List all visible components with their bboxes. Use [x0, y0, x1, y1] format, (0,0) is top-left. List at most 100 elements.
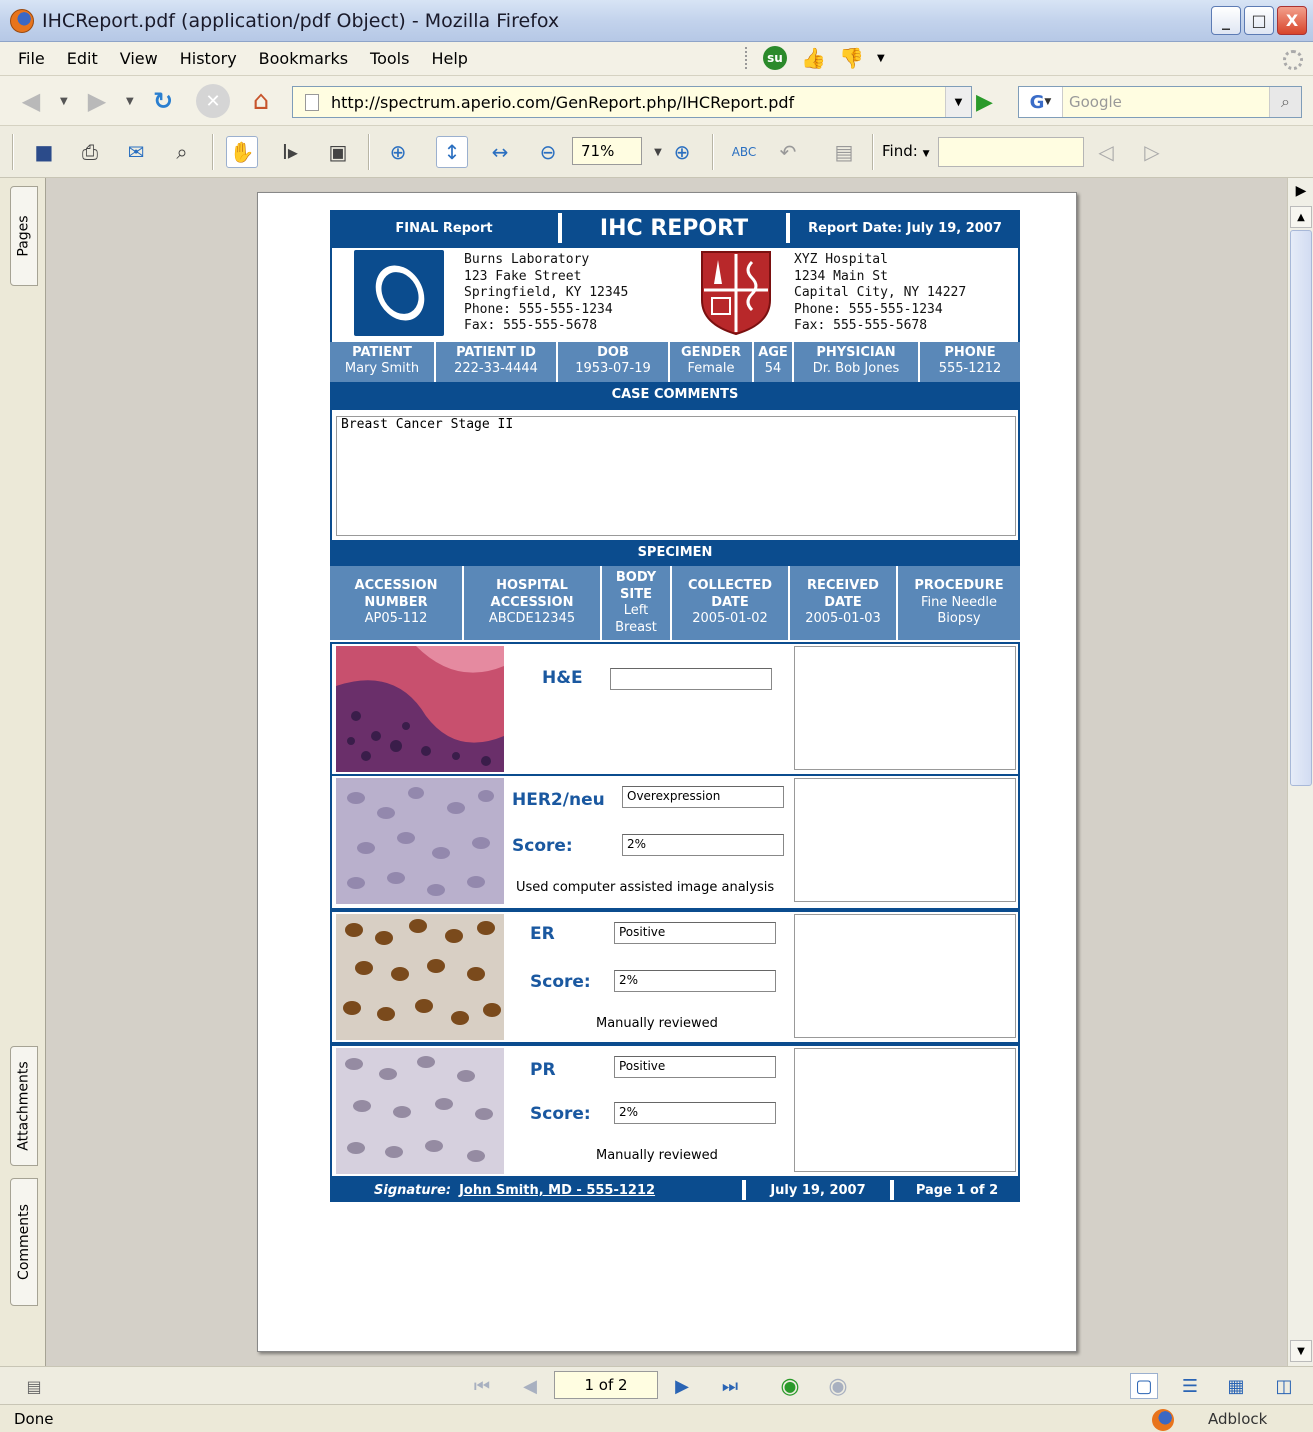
- go-button[interactable]: ▶: [976, 90, 993, 115]
- find-next-icon[interactable]: ▷: [1136, 136, 1168, 168]
- minimize-button[interactable]: _: [1211, 6, 1241, 35]
- stain-er-score: 2%: [614, 970, 776, 992]
- search-binoculars-icon[interactable]: ⌕: [166, 136, 198, 168]
- signature-label: Signature:: [374, 1182, 452, 1198]
- scrollbar-thumb[interactable]: [1290, 230, 1312, 786]
- forward-dropdown-icon[interactable]: ▼: [126, 96, 134, 107]
- maximize-button[interactable]: □: [1244, 6, 1274, 35]
- tab-attachments[interactable]: Attachments: [10, 1046, 38, 1166]
- stain-he-result: [610, 668, 772, 690]
- first-page-icon[interactable]: ⏮: [468, 1373, 496, 1399]
- find-previous-icon[interactable]: ◁: [1090, 136, 1122, 168]
- next-page-icon[interactable]: ▶: [668, 1373, 696, 1399]
- save-icon[interactable]: ■: [28, 136, 60, 168]
- thumbs-down-icon[interactable]: 👎: [839, 46, 864, 70]
- search-engine-icon[interactable]: G ▼: [1019, 87, 1063, 117]
- zoom-tool-icon[interactable]: ⊕: [382, 136, 414, 168]
- signature-link[interactable]: John Smith, MD - 555-1212: [459, 1183, 655, 1198]
- status-bar: Done Adblock: [0, 1404, 1313, 1432]
- next-view-icon[interactable]: ◉: [824, 1373, 852, 1399]
- previous-page-icon[interactable]: ◀: [516, 1373, 544, 1399]
- search-box[interactable]: G ▼ Google ⌕: [1018, 86, 1302, 118]
- search-icon[interactable]: ⌕: [1269, 87, 1301, 117]
- dob-cell: DOB 1953-07-19: [558, 342, 670, 382]
- scroll-up-icon[interactable]: ▲: [1290, 206, 1312, 228]
- menu-bookmarks[interactable]: Bookmarks: [259, 49, 348, 68]
- stain-her2-score-label: Score:: [512, 836, 573, 856]
- fit-page-icon[interactable]: ↕: [436, 136, 468, 168]
- url-bar[interactable]: http://spectrum.aperio.com/GenReport.php…: [292, 86, 972, 118]
- menu-edit[interactable]: Edit: [67, 49, 98, 68]
- continuous-facing-icon[interactable]: ◫: [1270, 1373, 1298, 1399]
- window-title: IHCReport.pdf (application/pdf Object) -…: [42, 9, 560, 32]
- scroll-down-icon[interactable]: ▼: [1290, 1340, 1312, 1362]
- lab-hospital-info: Burns Laboratory 123 Fake Street Springfie…: [330, 246, 1020, 350]
- menu-tools[interactable]: Tools: [370, 49, 409, 68]
- find-label[interactable]: Find: ▼: [882, 142, 930, 160]
- email-icon[interactable]: ✉: [120, 136, 152, 168]
- stain-he-name: H&E: [542, 668, 583, 688]
- back-button[interactable]: ◀: [14, 84, 48, 118]
- stain-her2-score: 2%: [622, 834, 784, 856]
- thumbs-up-icon[interactable]: 👍: [801, 46, 826, 70]
- stain-er-note: Manually reviewed: [596, 1016, 718, 1031]
- stumbleupon-icon[interactable]: su: [763, 46, 787, 70]
- last-page-icon[interactable]: ⏭: [716, 1373, 744, 1399]
- hand-tool-icon[interactable]: ✋: [226, 136, 258, 168]
- zoom-in-icon[interactable]: ⊕: [666, 136, 698, 168]
- menu-history[interactable]: History: [180, 49, 237, 68]
- report-header: FINAL Report IHC REPORT Report Date: Jul…: [330, 210, 1020, 246]
- accession-cell: ACCESSION NUMBER AP05-112: [330, 566, 464, 640]
- tab-pages[interactable]: Pages: [10, 186, 38, 286]
- stain-pr-name: PR: [530, 1060, 556, 1080]
- vertical-scrollbar[interactable]: ▶ ▲ ▼: [1287, 178, 1313, 1366]
- undo-icon[interactable]: ↶: [772, 136, 804, 168]
- panel-toggle-icon[interactable]: ▶: [1290, 180, 1312, 202]
- select-tool-icon[interactable]: I▸: [274, 136, 306, 168]
- menu-help[interactable]: Help: [431, 49, 467, 68]
- single-page-icon[interactable]: ▢: [1130, 1373, 1158, 1399]
- menu-overflow-icon[interactable]: ▼: [877, 53, 885, 64]
- zoom-field[interactable]: 71%: [572, 137, 642, 165]
- fit-width-icon[interactable]: ↔: [484, 136, 516, 168]
- back-dropdown-icon[interactable]: ▼: [60, 96, 68, 107]
- er-tissue-image: [336, 914, 504, 1040]
- age-cell: AGE 54: [754, 342, 794, 382]
- pages-icon[interactable]: ▤: [828, 136, 860, 168]
- search-input[interactable]: Google: [1069, 93, 1122, 111]
- facing-pages-icon[interactable]: ▦: [1222, 1373, 1250, 1399]
- print-icon[interactable]: ⎙: [74, 136, 106, 168]
- tab-comments[interactable]: Comments: [10, 1178, 38, 1306]
- url-text[interactable]: http://spectrum.aperio.com/GenReport.php…: [331, 93, 794, 112]
- find-input[interactable]: [938, 137, 1084, 167]
- zoom-out-icon[interactable]: ⊖: [532, 136, 564, 168]
- forward-button[interactable]: ▶: [80, 84, 114, 118]
- collected-date-cell: COLLECTED DATE 2005-01-02: [672, 566, 790, 640]
- page-number-field[interactable]: 1 of 2: [554, 1371, 658, 1399]
- reload-button[interactable]: ↻: [146, 84, 180, 118]
- continuous-icon[interactable]: ☰: [1176, 1373, 1204, 1399]
- stain-pr-result: Positive: [614, 1056, 776, 1078]
- status-text: Done: [14, 1410, 54, 1428]
- previous-view-icon[interactable]: ◉: [776, 1373, 804, 1399]
- home-button[interactable]: ⌂: [244, 84, 278, 118]
- menu-file[interactable]: File: [18, 49, 45, 68]
- page-icon: [305, 93, 319, 111]
- pdf-toolbar: ■ ⎙ ✉ ⌕ ✋ I▸ ▣ ⊕ ↕ ↔ ⊖ ▼ ⊕ ABC ↶ ▤ ◁ ▷: [0, 126, 1313, 178]
- spellcheck-icon[interactable]: ABC: [728, 136, 760, 168]
- case-comments-box: Breast Cancer Stage II: [330, 408, 1020, 542]
- stop-button[interactable]: ✕: [196, 84, 230, 118]
- firefox-status-icon[interactable]: [1152, 1409, 1174, 1431]
- adblock-button[interactable]: Adblock: [1208, 1410, 1267, 1428]
- stain-pr-score: 2%: [614, 1102, 776, 1124]
- case-comments-heading: CASE COMMENTS: [330, 382, 1020, 408]
- stain-her2-panel: [794, 778, 1016, 902]
- stain-er-name: ER: [530, 924, 555, 944]
- snapshot-icon[interactable]: ▣: [322, 136, 354, 168]
- toggle-panel-icon[interactable]: ▤: [20, 1373, 48, 1399]
- stain-pr: PR Positive Score: 2% Manually reviewed: [330, 1044, 1020, 1178]
- pr-tissue-image: [336, 1048, 504, 1174]
- url-dropdown-icon[interactable]: ▼: [945, 87, 971, 117]
- close-button[interactable]: X: [1277, 6, 1307, 35]
- menu-view[interactable]: View: [120, 49, 158, 68]
